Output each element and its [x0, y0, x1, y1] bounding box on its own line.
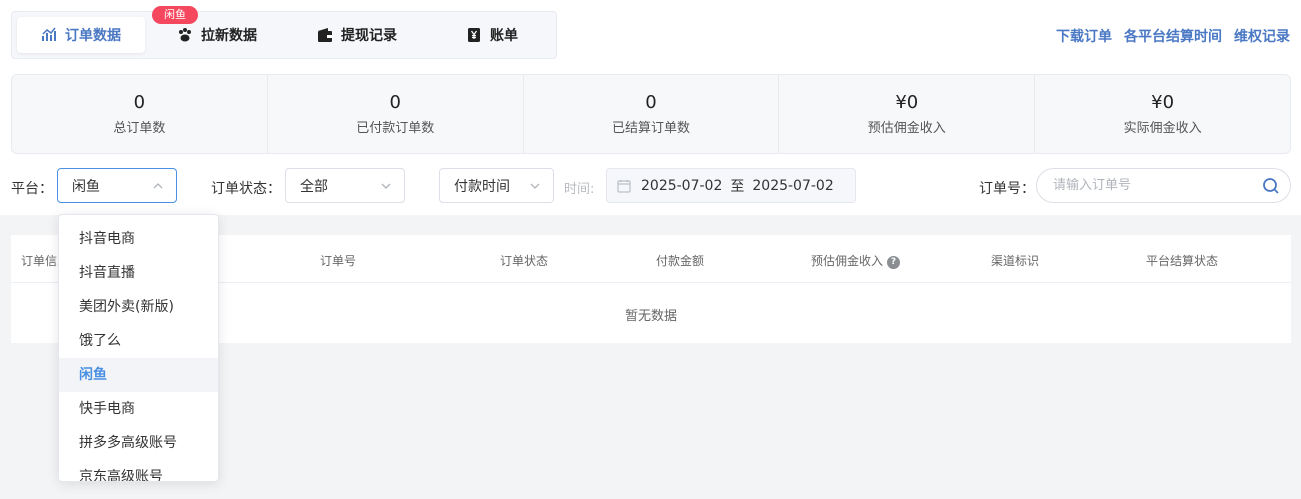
date-start: 2025-07-02 [641, 177, 723, 194]
chart-line-icon [41, 27, 57, 43]
col-order-no: 订单号 [320, 254, 357, 268]
platform-label: 平台： [11, 181, 53, 197]
platform-option[interactable]: 抖音直播 [59, 256, 218, 290]
col-label: 预估佣金收入 [811, 254, 884, 268]
platform-option[interactable]: 饿了么 [59, 324, 218, 358]
tab-label: 拉新数据 [201, 28, 257, 44]
col-channel-id: 渠道标识 [991, 254, 1040, 268]
platform-select[interactable]: 闲鱼 [57, 168, 177, 203]
col-order-status: 订单状态 [500, 254, 549, 268]
yen-bill-icon [466, 27, 482, 43]
stat-label: 已结算订单数 [611, 121, 690, 136]
stats-panel: 0 总订单数 0 已付款订单数 0 已结算订单数 ¥0 预估佣金收入 ¥0 实际… [11, 74, 1291, 154]
tab-label: 订单数据 [65, 28, 121, 44]
stat-total-orders: 0 总订单数 [12, 75, 268, 153]
paw-icon [177, 27, 193, 43]
stat-paid-orders: 0 已付款订单数 [268, 75, 524, 153]
stat-value: 0 [645, 92, 657, 113]
wallet-icon [317, 27, 333, 43]
tab-withdraw-records[interactable]: 提现记录 [302, 17, 412, 53]
col-payment-amount: 付款金额 [656, 254, 705, 268]
platform-option[interactable]: 快手电商 [59, 392, 218, 426]
rights-protection-link[interactable]: 维权记录 [1234, 26, 1290, 46]
top-links: 下载订单 各平台结算时间 维权记录 [1056, 26, 1290, 46]
chevron-up-icon [153, 183, 163, 189]
stat-label: 已付款订单数 [356, 121, 435, 136]
platform-option[interactable]: 抖音电商 [59, 222, 218, 256]
help-icon[interactable]: ? [887, 255, 901, 269]
stat-label: 预估佣金收入 [867, 121, 946, 136]
stat-label: 总订单数 [113, 121, 166, 136]
order-no-search [1036, 168, 1291, 203]
platform-dropdown: 抖音电商 抖音直播 美团外卖(新版) 饿了么 闲鱼 快手电商 拼多多高级账号 京… [58, 214, 219, 482]
calendar-icon [617, 179, 631, 192]
time-type-select[interactable]: 付款时间 [439, 168, 554, 203]
platform-option[interactable]: 拼多多高级账号 [59, 426, 218, 460]
time-label: 时间: [564, 182, 595, 197]
xianyu-badge: 闲鱼 [152, 6, 198, 24]
platform-option-selected[interactable]: 闲鱼 [59, 358, 218, 392]
platform-option[interactable]: 美团外卖(新版) [59, 290, 218, 324]
stat-value: 0 [133, 92, 146, 113]
settlement-time-link[interactable]: 各平台结算时间 [1124, 26, 1222, 46]
tab-bar: 订单数据 拉新数据 提现记录 账单 [11, 11, 557, 59]
order-status-label: 订单状态： [211, 181, 281, 197]
order-no-label: 订单号： [979, 181, 1035, 197]
tab-order-data[interactable]: 订单数据 [17, 17, 145, 53]
order-no-input[interactable] [1053, 169, 1263, 202]
stat-label: 实际佣金收入 [1123, 121, 1202, 136]
platform-option[interactable]: 京东高级账号 [59, 460, 218, 481]
stat-value: 0 [389, 92, 401, 113]
tab-label: 账单 [490, 28, 518, 44]
order-status-value: 全部 [300, 178, 328, 195]
search-icon[interactable] [1262, 177, 1280, 195]
tab-label: 提现记录 [341, 28, 397, 44]
tab-bill[interactable]: 账单 [442, 17, 542, 53]
download-orders-link[interactable]: 下载订单 [1056, 26, 1112, 46]
order-status-select[interactable]: 全部 [285, 168, 405, 203]
stat-value: ¥0 [1151, 92, 1175, 113]
time-type-value: 付款时间 [454, 178, 510, 195]
stat-value: ¥0 [895, 92, 919, 113]
stat-actual-commission: ¥0 实际佣金收入 [1035, 75, 1290, 153]
col-settlement-status: 平台结算状态 [1146, 254, 1219, 268]
platform-value: 闲鱼 [72, 178, 100, 195]
chevron-down-icon [381, 183, 391, 189]
stat-estimated-commission: ¥0 预估佣金收入 [779, 75, 1036, 153]
date-range-picker[interactable]: 2025-07-02 至 2025-07-02 [606, 168, 856, 203]
date-end: 2025-07-02 [752, 177, 834, 194]
chevron-down-icon [530, 183, 540, 189]
date-separator: 至 [730, 178, 745, 195]
stat-settled-orders: 0 已结算订单数 [524, 75, 780, 153]
col-estimated-commission: 预估佣金收入? [811, 252, 901, 269]
